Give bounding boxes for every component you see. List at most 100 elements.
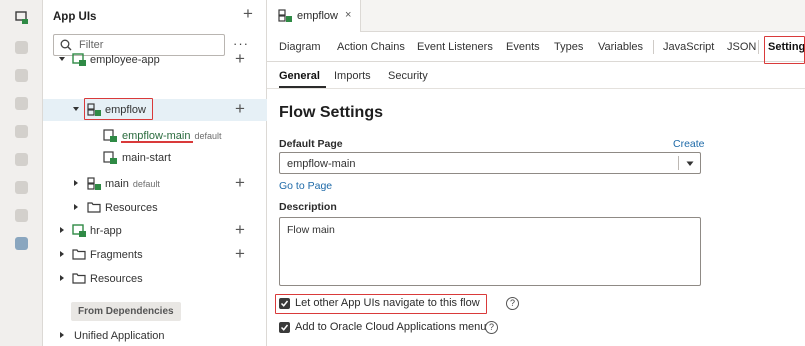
chevron-right-icon[interactable] (58, 226, 66, 234)
default-tag: default (132, 179, 160, 189)
tree-row-hr-app[interactable]: hr-app + (43, 220, 267, 242)
help-icon[interactable]: ? (485, 321, 498, 334)
tree-row-resources[interactable]: Resources (43, 197, 267, 219)
select-divider (678, 156, 679, 170)
oracle-menu-checkbox[interactable] (279, 322, 290, 333)
navigate-checkbox-row[interactable]: Let other App UIs navigate to this flow … (279, 297, 529, 313)
flow-icon (87, 177, 101, 190)
git-icon[interactable] (15, 209, 28, 222)
tab-separator (758, 40, 759, 54)
description-label: Description (279, 201, 337, 213)
editor-tab-bar: Diagram Action Chains Event Listeners Ev… (267, 32, 805, 62)
flow-editor: empflow × Diagram Action Chains Event Li… (267, 0, 805, 346)
tree-row-main[interactable]: main default + (43, 173, 267, 195)
tab-separator (653, 40, 654, 54)
tab-event-listeners[interactable]: Event Listeners (417, 41, 493, 53)
default-tag: default (194, 131, 222, 141)
create-page-link[interactable]: Create (673, 138, 705, 150)
from-dependencies-header: From Dependencies (71, 302, 181, 321)
description-textarea[interactable]: Flow main (279, 217, 701, 286)
app-ui-icon (72, 53, 86, 66)
layouts-icon[interactable] (15, 97, 28, 110)
file-tab-empflow[interactable]: empflow × (267, 0, 361, 32)
tab-settings[interactable]: Settings (768, 41, 805, 53)
flow-icon (278, 9, 292, 22)
tree-item-label: main default (105, 178, 160, 190)
navigate-checkbox[interactable] (279, 298, 290, 309)
page-icon (103, 129, 117, 142)
tree-row-empflow[interactable]: empflow + (43, 99, 267, 121)
oracle-menu-checkbox-label: Add to Oracle Cloud Applications menu (295, 321, 487, 333)
go-to-page-link[interactable]: Go to Page (279, 180, 332, 192)
chevron-right-icon[interactable] (58, 274, 66, 282)
navigate-checkbox-label: Let other App UIs navigate to this flow (295, 297, 480, 309)
page-title: Flow Settings (279, 104, 383, 121)
chevron-right-icon[interactable] (72, 203, 80, 211)
add-flow-button[interactable]: + (232, 49, 248, 69)
chevron-right-icon[interactable] (58, 331, 66, 339)
default-page-select[interactable]: empflow-main (279, 152, 701, 174)
flow-icon (87, 103, 101, 116)
processes-icon[interactable] (15, 153, 28, 166)
cloud-icon[interactable] (15, 237, 28, 250)
tab-javascript[interactable]: JavaScript (663, 41, 714, 53)
tab-action-chains[interactable]: Action Chains (337, 41, 405, 53)
chevron-right-icon[interactable] (72, 179, 80, 187)
underline-empflow-main (121, 141, 193, 143)
tree-item-label: Resources (105, 202, 158, 214)
add-page-button[interactable]: + (232, 99, 248, 119)
tree-item-label: empflow (105, 104, 146, 116)
app-uis-navigator: App UIs + ··· employee-app + empflow + e… (43, 0, 267, 346)
navigator-title: App UIs (53, 11, 97, 23)
tab-general[interactable]: General (279, 70, 320, 82)
help-icon[interactable]: ? (506, 297, 519, 310)
tree-item-label: main-start (122, 152, 171, 164)
tree-item-label: Resources (90, 273, 143, 285)
default-page-value: empflow-main (287, 158, 356, 170)
tree-item-label: Unified Application (74, 330, 165, 342)
components-icon[interactable] (15, 125, 28, 138)
app-uis-icon[interactable] (15, 11, 28, 24)
description-value: Flow main (287, 224, 335, 236)
add-fragment-button[interactable]: + (232, 244, 248, 264)
folder-icon (87, 202, 101, 213)
tree-item-label: hr-app (90, 225, 122, 237)
add-flow-button[interactable]: + (232, 220, 248, 240)
active-tab-indicator (279, 86, 326, 88)
tree-row-resources-root[interactable]: Resources (43, 268, 267, 290)
oracle-menu-checkbox-row[interactable]: Add to Oracle Cloud Applications menu ? (279, 321, 529, 337)
chevron-down-icon[interactable] (58, 55, 66, 63)
chevron-right-icon[interactable] (58, 250, 66, 258)
chevron-down-icon[interactable] (72, 105, 80, 113)
tree-row-main-start[interactable]: main-start (43, 147, 267, 169)
source-icon[interactable] (15, 181, 28, 194)
checkmark-icon (280, 300, 289, 307)
tree-row-unified-application[interactable]: Unified Application (43, 325, 267, 346)
page-icon (103, 151, 117, 164)
folder-icon (72, 249, 86, 260)
app-ui-icon (72, 224, 86, 237)
services-icon[interactable] (15, 69, 28, 82)
chevron-down-icon[interactable] (686, 161, 694, 167)
tree-row-employee-app[interactable]: employee-app + (43, 49, 267, 71)
tab-events[interactable]: Events (506, 41, 540, 53)
tab-types[interactable]: Types (554, 41, 583, 53)
activity-bar (0, 0, 43, 346)
tab-variables[interactable]: Variables (598, 41, 643, 53)
tree-row-fragments[interactable]: Fragments + (43, 244, 267, 266)
tree-item-label: Fragments (90, 249, 143, 261)
default-page-label: Default Page (279, 138, 343, 150)
business-objects-icon[interactable] (15, 41, 28, 54)
add-page-button[interactable]: + (232, 173, 248, 193)
tab-json[interactable]: JSON (727, 41, 756, 53)
tree-row-empflow-main[interactable]: empflow-main default (43, 125, 267, 147)
close-tab-icon[interactable]: × (345, 9, 351, 21)
tab-security[interactable]: Security (388, 70, 428, 82)
tree-item-name: main (105, 178, 129, 190)
folder-icon (72, 273, 86, 284)
tab-diagram[interactable]: Diagram (279, 41, 321, 53)
tab-imports[interactable]: Imports (334, 70, 371, 82)
add-app-ui-button[interactable]: + (240, 4, 256, 24)
file-tab-label: empflow (297, 10, 338, 22)
tree-item-label: employee-app (90, 54, 160, 66)
